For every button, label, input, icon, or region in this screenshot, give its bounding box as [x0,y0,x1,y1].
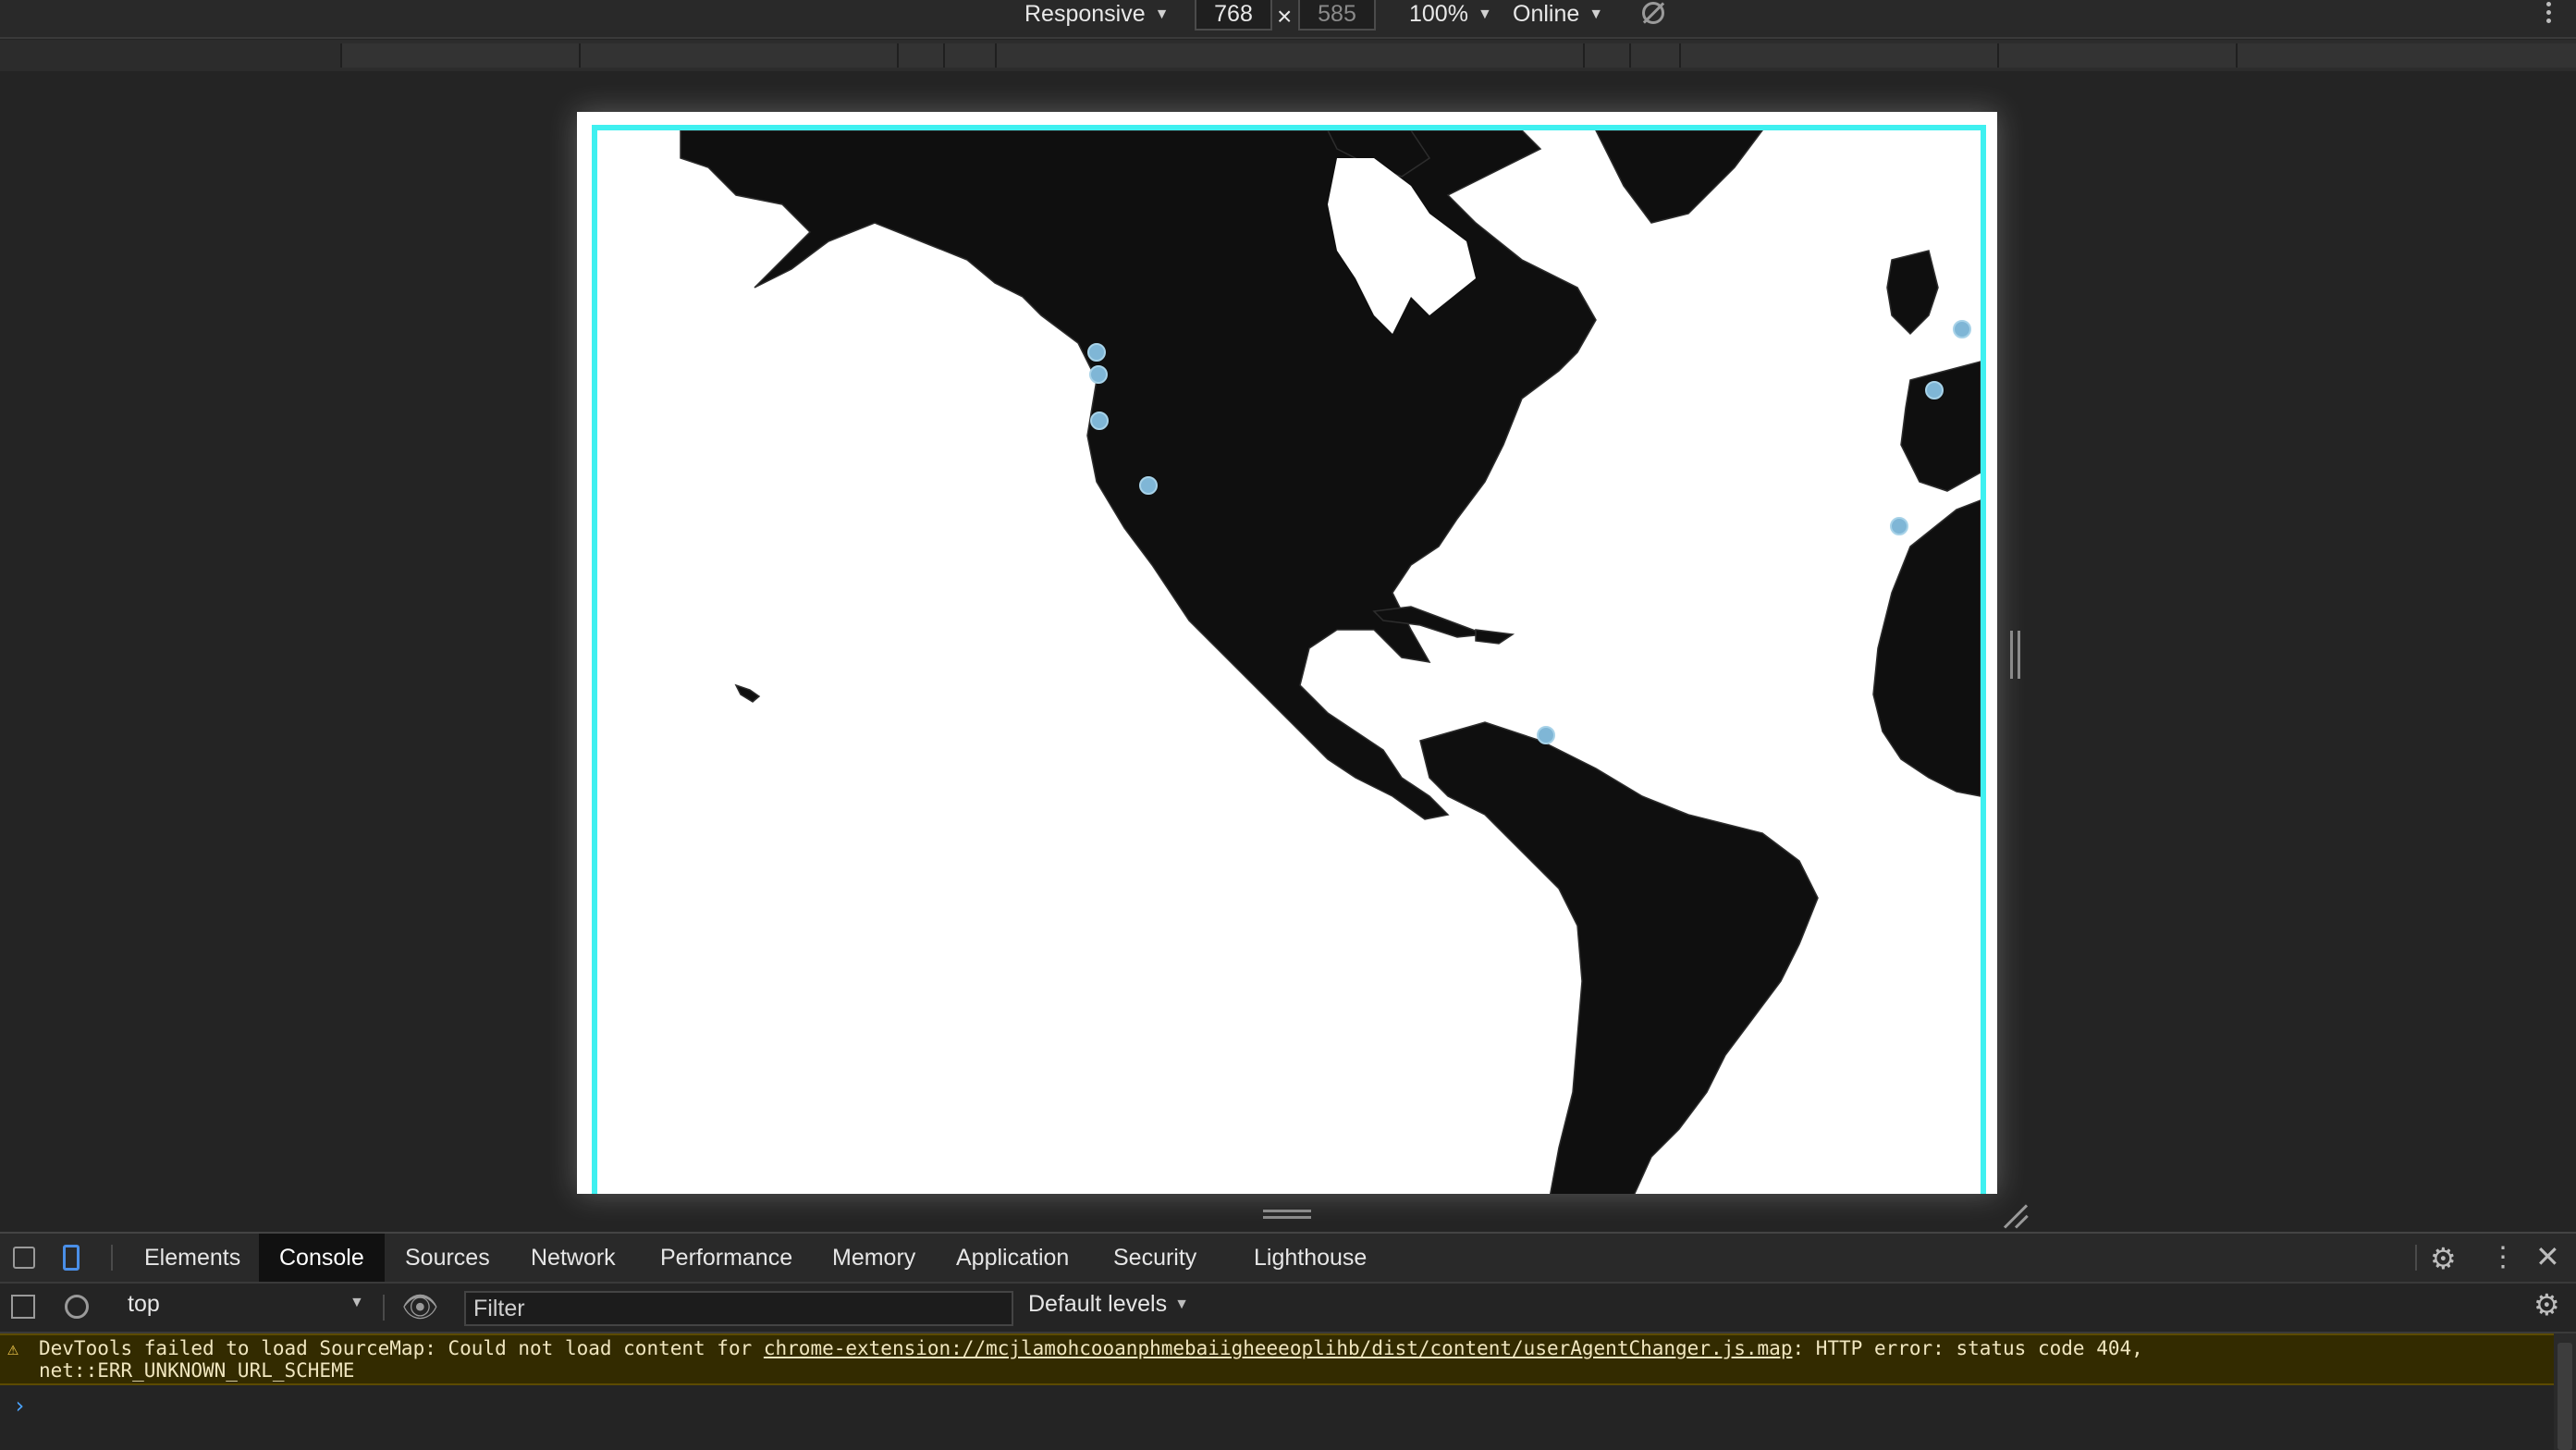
tab-lighthouse[interactable]: Lighthouse [1233,1234,1387,1282]
device-toolbar-toggle-icon[interactable] [63,1245,80,1271]
throttling-label: Online [1513,1,1580,27]
map-marker[interactable] [1139,476,1158,495]
map-marker[interactable] [1890,517,1908,535]
device-mode-label: Responsive [1024,1,1146,27]
eye-icon[interactable]: 👁 [401,1289,439,1324]
viewport-resize-handle-right[interactable] [2010,631,2021,679]
land-africa [1872,499,1981,797]
map-frame[interactable] [592,125,1986,1194]
separator [2415,1245,2417,1271]
map-marker[interactable] [1925,381,1944,399]
viewport-width-input[interactable]: 768 [1195,0,1272,31]
warning-icon: ⚠ [7,1337,19,1359]
console-scrollbar-thumb[interactable] [2558,1343,2572,1450]
throttling-select[interactable]: Online ▼ [1513,0,1603,29]
console-warning-message: ⚠ DevTools failed to load SourceMap: Cou… [0,1333,2554,1385]
viewport-height-input[interactable]: 585 [1298,0,1376,31]
tab-sources[interactable]: Sources [385,1234,510,1282]
more-options-icon[interactable]: ⋮ [2489,1241,2517,1273]
rotate-icon[interactable] [1642,2,1664,24]
log-levels-select[interactable]: Default levels ▼ [1028,1291,1189,1318]
filter-input[interactable]: Filter [464,1291,1013,1326]
chevron-down-icon: ▼ [1174,1296,1189,1312]
console-filter-bar: top ▼ 👁 Filter Default levels ▼ ⚙ [0,1284,2576,1333]
land-iceland-uk [1886,250,1939,336]
chevron-down-icon: ▼ [1154,6,1170,22]
tab-network[interactable]: Network [510,1234,636,1282]
devtools-panel: Elements Console Sources Network Perform… [0,1232,2576,1450]
land-north-america [680,130,1597,820]
warning-line2: net::ERR_UNKNOWN_URL_SCHEME [39,1359,355,1382]
land-hawaii [734,683,761,703]
device-mode-select[interactable]: Responsive ▼ [1024,0,1169,29]
separator [383,1295,385,1321]
warning-text: DevTools failed to load SourceMap: Could… [39,1337,2143,1359]
tab-console[interactable]: Console [259,1234,385,1282]
tab-elements[interactable]: Elements [124,1234,261,1282]
console-settings-gear-icon[interactable]: ⚙ [2533,1287,2560,1322]
land-hispaniola [1475,629,1515,645]
land-greenland [1595,130,1763,224]
device-toolbar: Responsive ▼ 768 × 585 100% ▼ Online ▼ [0,0,2576,39]
times-icon: × [1277,2,1293,31]
tab-security[interactable]: Security [1093,1234,1217,1282]
clear-console-icon[interactable] [65,1295,89,1319]
more-options-icon[interactable] [2546,2,2552,27]
map-marker[interactable] [1953,320,1971,338]
map-marker[interactable] [1090,412,1109,430]
context-select[interactable]: top ▼ [128,1291,368,1318]
sidebar-toggle-icon[interactable] [11,1295,35,1319]
warning-prefix: DevTools failed to load SourceMap: Could… [39,1337,764,1359]
sourcemap-url-link[interactable]: chrome-extension://mcjlamohcooanphmebaii… [764,1337,1793,1359]
tab-performance[interactable]: Performance [640,1234,813,1282]
warning-suffix: : HTTP error: status code 404, [1792,1337,2143,1359]
land-masses [680,130,1981,1194]
map-marker[interactable] [1537,726,1555,744]
map-marker[interactable] [1089,365,1108,384]
world-map[interactable] [597,130,1981,1194]
media-query-bar[interactable] [0,40,2576,71]
context-label: top [128,1291,160,1317]
land-south-america [1419,721,1819,1194]
separator [111,1245,113,1271]
zoom-select[interactable]: 100% ▼ [1409,0,1492,29]
emulated-viewport [577,112,1997,1194]
chevron-down-icon: ▼ [1477,6,1492,22]
log-levels-label: Default levels [1028,1291,1168,1317]
devtools-tabbar: Elements Console Sources Network Perform… [0,1234,2576,1284]
viewport-resize-corner[interactable] [2003,1202,2029,1229]
inspect-element-icon[interactable] [13,1247,35,1269]
land-iberia [1900,361,1981,492]
chevron-down-icon: ▼ [1589,6,1604,22]
console-prompt[interactable]: › [13,1393,26,1419]
map-marker[interactable] [1087,343,1106,362]
close-icon[interactable]: ✕ [2535,1239,2560,1274]
tab-application[interactable]: Application [936,1234,1089,1282]
tab-memory[interactable]: Memory [812,1234,936,1282]
viewport-resize-handle-bottom[interactable] [1263,1210,1311,1219]
settings-gear-icon[interactable]: ⚙ [2430,1241,2457,1276]
chevron-down-icon: ▼ [350,1295,364,1310]
zoom-label: 100% [1409,1,1468,27]
